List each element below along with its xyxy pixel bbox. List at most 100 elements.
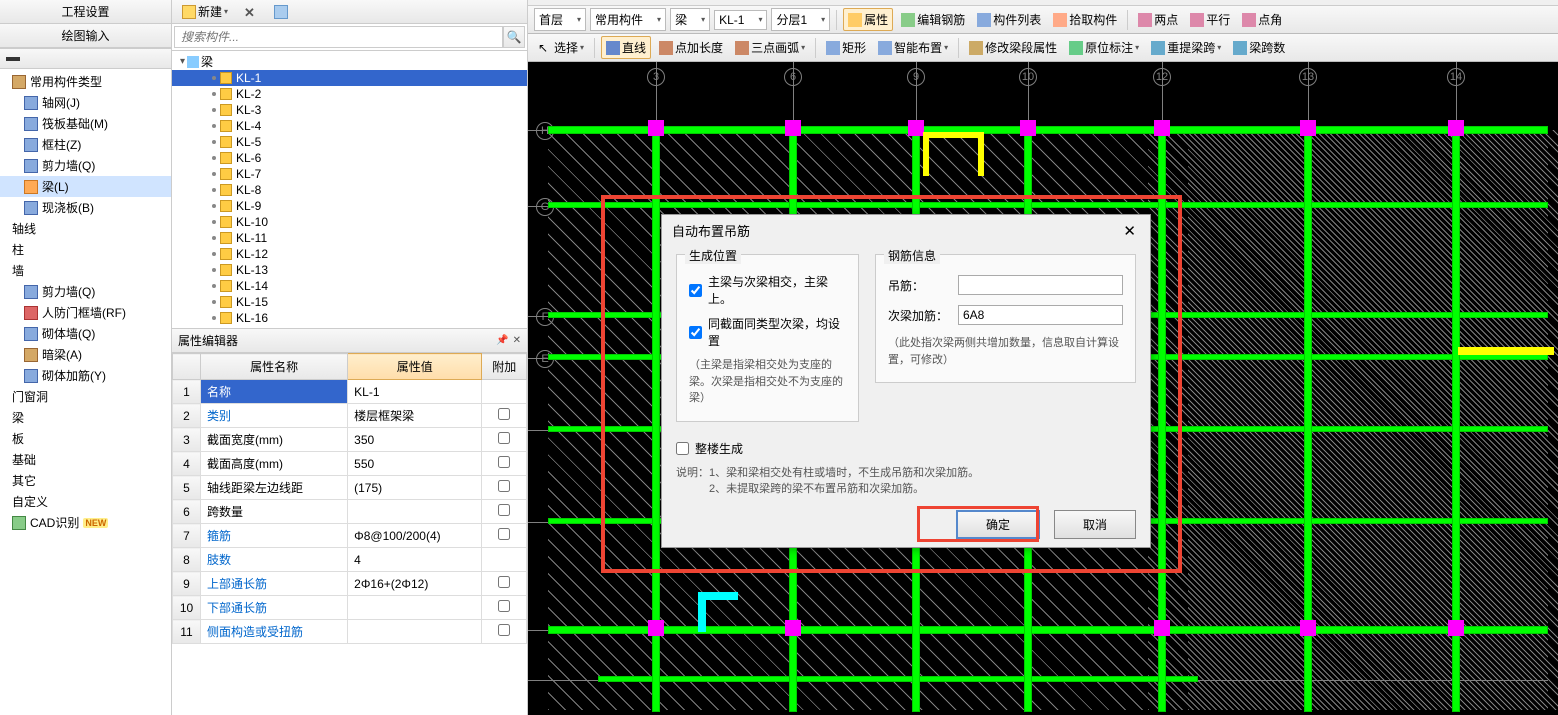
annotation-button[interactable]: 原位标注▾ [1065,37,1143,58]
drawing-canvas[interactable]: 3 6 9 10 12 13 14 H G F E [528,62,1558,715]
nav-foundation-group[interactable]: 基础 [0,449,171,470]
secondary-rebar-input[interactable] [958,305,1123,325]
prop-value[interactable]: 2Φ16+(2Φ12) [348,572,482,596]
nav-raft-foundation[interactable]: 筏板基础(M) [0,113,171,134]
extra-checkbox[interactable] [498,504,510,516]
prop-span-count[interactable]: 跨数量 [201,500,348,524]
span-count-button[interactable]: 梁跨数 [1229,37,1289,58]
recalc-span-button[interactable]: 重提梁跨▾ [1147,37,1225,58]
prop-width[interactable]: 截面宽度(mm) [201,428,348,452]
tab-draw-input[interactable]: 绘图输入 [0,24,171,48]
tree-leaf[interactable]: KL-15 [172,294,527,310]
layer-combo[interactable]: 分层1▾ [771,8,830,31]
point-angle-button[interactable]: 点角 [1238,9,1286,30]
floor-combo[interactable]: 首层▾ [534,8,586,31]
extra-checkbox[interactable] [498,432,510,444]
tree-leaf[interactable]: KL-5 [172,134,527,150]
modify-section-button[interactable]: 修改梁段属性 [965,37,1061,58]
extra-checkbox[interactable] [498,456,510,468]
nav-custom-group[interactable]: 自定义 [0,491,171,512]
nav-axis[interactable]: 轴线 [0,218,171,239]
extra-checkbox[interactable] [498,480,510,492]
tree-leaf[interactable]: KL-16 [172,310,527,326]
nav-defense-door[interactable]: 人防门框墙(RF) [0,302,171,323]
cancel-button[interactable]: 取消 [1054,510,1136,539]
close-icon[interactable]: ✕ [513,335,521,346]
nav-shear-wall2[interactable]: 剪力墙(Q) [0,281,171,302]
prop-name[interactable]: 名称 [201,380,348,404]
pick-component-button[interactable]: 拾取构件 [1049,9,1121,30]
tree-leaf[interactable]: KL-13 [172,262,527,278]
prop-value[interactable]: 4 [348,548,482,572]
prop-value[interactable]: 350 [348,428,482,452]
nav-masonry-wall[interactable]: 砌体墙(Q) [0,323,171,344]
nav-masonry-rebar[interactable]: 砌体加筋(Y) [0,365,171,386]
nav-common-types[interactable]: 常用构件类型 [0,71,171,92]
prop-value[interactable]: 楼层框架梁 [348,404,482,428]
tree-root[interactable]: ▾梁 [172,53,527,70]
search-input[interactable] [174,26,503,48]
hanging-rebar-input[interactable] [958,275,1123,295]
tree-leaf[interactable]: KL-10 [172,214,527,230]
dialog-close-button[interactable]: ✕ [1119,222,1140,240]
chk-same-section[interactable]: 同截面同类型次梁，均设置 [689,315,846,349]
search-button[interactable]: 🔍 [503,26,525,48]
extra-checkbox[interactable] [498,624,510,636]
extra-checkbox[interactable] [498,576,510,588]
point-length-button[interactable]: 点加长度 [655,37,727,58]
prop-value[interactable]: (175) [348,476,482,500]
prop-value[interactable] [348,596,482,620]
new-button[interactable]: 新建▾ [178,2,232,21]
tab-project-settings[interactable]: 工程设置 [0,0,171,24]
tree-leaf[interactable]: KL-9 [172,198,527,214]
prop-value[interactable] [348,500,482,524]
tree-leaf[interactable]: KL-14 [172,278,527,294]
prop-value[interactable]: Φ8@100/200(4) [348,524,482,548]
nav-door-window[interactable]: 门窗洞 [0,386,171,407]
prop-category[interactable]: 类别 [201,404,348,428]
line-button[interactable]: 直线 [601,36,651,59]
tree-leaf[interactable]: KL-6 [172,150,527,166]
arc-button[interactable]: 三点画弧▾ [731,37,809,58]
checkbox[interactable] [676,442,689,455]
two-point-button[interactable]: 两点 [1134,9,1182,30]
nav-frame-column[interactable]: 框柱(Z) [0,134,171,155]
nav-hidden-beam[interactable]: 暗梁(A) [0,344,171,365]
category-combo[interactable]: 常用构件▾ [590,8,666,31]
nav-wall-group[interactable]: 墙 [0,260,171,281]
nav-axis-grid[interactable]: 轴网(J) [0,92,171,113]
prop-height[interactable]: 截面高度(mm) [201,452,348,476]
extra-checkbox[interactable] [498,600,510,612]
edit-rebar-button[interactable]: 编辑钢筋 [897,9,969,30]
tree-leaf[interactable]: KL-3 [172,102,527,118]
nav-beam-group[interactable]: 梁 [0,407,171,428]
checkbox[interactable] [689,326,702,339]
nav-other-group[interactable]: 其它 [0,470,171,491]
tree-leaf[interactable]: KL-4 [172,118,527,134]
prop-bottom-rebar[interactable]: 下部通长筋 [201,596,348,620]
chk-whole-building[interactable]: 整楼生成 [676,440,1136,457]
rect-button[interactable]: 矩形 [822,37,870,58]
select-button[interactable]: ↖选择▾ [534,37,588,58]
delete-button[interactable]: ✕ [240,4,262,20]
prop-value[interactable] [348,620,482,644]
tree-leaf[interactable]: KL-8 [172,182,527,198]
prop-value[interactable]: KL-1 [348,380,482,404]
component-combo[interactable]: 梁▾ [670,8,710,31]
ok-button[interactable]: 确定 [956,510,1040,539]
parallel-button[interactable]: 平行 [1186,9,1234,30]
prop-top-rebar[interactable]: 上部通长筋 [201,572,348,596]
nav-slab-group[interactable]: 板 [0,428,171,449]
prop-axis-dist[interactable]: 轴线距梁左边线距 [201,476,348,500]
component-list-button[interactable]: 构件列表 [973,9,1045,30]
nav-column-group[interactable]: 柱 [0,239,171,260]
nav-slab[interactable]: 现浇板(B) [0,197,171,218]
nav-shear-wall[interactable]: 剪力墙(Q) [0,155,171,176]
tree-leaf[interactable]: KL-7 [172,166,527,182]
chk-main-secondary[interactable]: 主梁与次梁相交，主梁上。 [689,273,846,307]
tree-leaf[interactable]: KL-11 [172,230,527,246]
item-combo[interactable]: KL-1▾ [714,10,767,30]
prop-stirrup[interactable]: 箍筋 [201,524,348,548]
tree-leaf-kl1[interactable]: KL-1 [172,70,527,86]
tree-leaf[interactable]: KL-12 [172,246,527,262]
